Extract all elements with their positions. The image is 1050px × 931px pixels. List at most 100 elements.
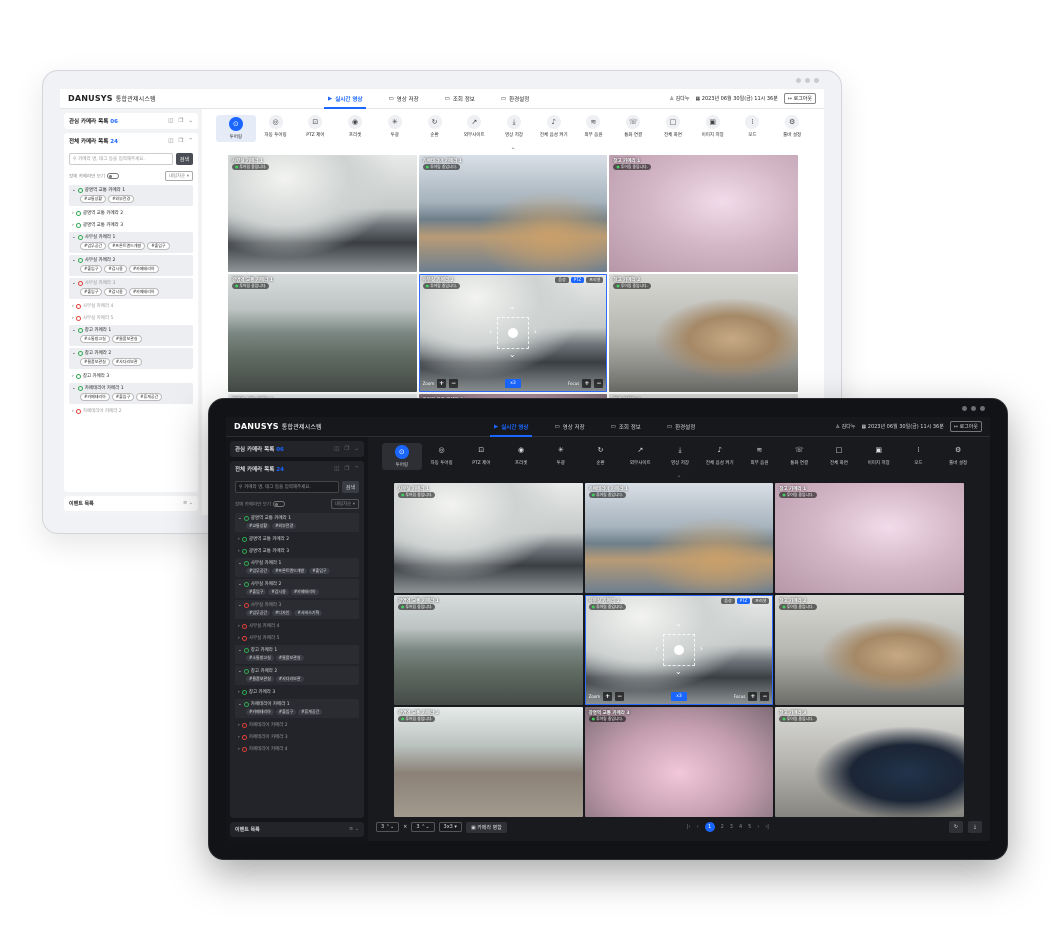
search-input[interactable]: ⚲ 카메라 명, 태그 등을 입력해주세요. (235, 481, 339, 493)
camera-list-item[interactable]: › 카페테리아 카메라 3 (235, 732, 359, 742)
search-input[interactable]: ⚲ 카메라 명, 태그 등을 입력해주세요. (69, 153, 173, 165)
toolbar-cycle[interactable]: ↻ 순환 (415, 115, 455, 138)
tag-chip[interactable]: #휴게공간 (136, 393, 163, 401)
layout-icon[interactable]: ◫ (334, 466, 339, 472)
copy-icon[interactable]: ❐ (344, 466, 349, 472)
camera-list-item[interactable]: › 사무실 카메라 5 (69, 313, 193, 323)
camera-list-item[interactable]: › 창고 카메라 3 (235, 687, 359, 697)
search-button[interactable]: 검색 (341, 481, 359, 493)
camera-list-item[interactable]: › 광명역 교통 카메라 2 (235, 534, 359, 544)
window-controls[interactable] (962, 406, 985, 411)
camera-list-item[interactable]: ⌄ 사무실 카메라 2 #출입구 #감시용 #카페테리아 (69, 255, 193, 276)
toolbar-preset[interactable]: ◉ 프리셋 (335, 115, 375, 138)
toolbar-settings[interactable]: ⚙ 툴바 설정 (772, 115, 812, 138)
nav-item-1[interactable]: ▭ 영상 저장 (388, 95, 418, 103)
layout-icon[interactable]: ◫ (334, 446, 339, 452)
tag-chip[interactable]: #출입구 (111, 393, 135, 401)
chevron-icon[interactable]: ⌄ (72, 188, 76, 193)
tag-chip[interactable]: #출입구 (147, 242, 170, 250)
camera-tile[interactable]: 창고 카메라 2투어링 중입니다. (609, 274, 798, 392)
chevron-icon[interactable]: › (72, 211, 74, 216)
nav-item-3[interactable]: ▭ 환경설정 (667, 423, 695, 431)
camera-list-item[interactable]: ⌄ 카페테리아 카메라 1 #카페테리아 #출입구 #휴게공간 (235, 699, 359, 718)
chevron-icon[interactable]: ⌄ (238, 669, 242, 674)
camera-tile[interactable]: 창고 카메라 1투어링 중입니다. (775, 483, 964, 593)
tag-chip[interactable]: #휴게공간 (298, 709, 323, 715)
layout-select[interactable]: 3x3 ▾ (438, 822, 462, 832)
toolbar-download[interactable]: ⤓ 영상 저장 (660, 443, 700, 467)
chevron-icon[interactable]: › (238, 747, 240, 752)
chevron-icon[interactable]: ⌄ (238, 516, 242, 521)
tag-chip[interactable]: #물품보관실 (111, 335, 142, 343)
tag-chip[interactable]: #출입구 (309, 568, 330, 574)
tag-chip[interactable]: #사다리보관 (275, 676, 304, 682)
nav-item-0[interactable]: ▶ 실시간 영상 (323, 95, 367, 109)
cols-stepper[interactable]: 3 ⌃⌄ (411, 822, 435, 832)
camera-list-item[interactable]: ⌄ 사무실 카메라 3 #업무공간 #디자인 #서비스기획 (235, 600, 359, 619)
first-page-icon[interactable]: |‹ (687, 824, 691, 830)
toolbar-audio-wave[interactable]: ≋ 외부 음원 (574, 115, 614, 138)
camera-tile[interactable]: 광명역 교통 카메라 1투어링 중입니다. (228, 274, 417, 392)
toolbar-mic[interactable]: ♪ 전체 음성 켜기 (534, 115, 574, 138)
tag-chip[interactable]: #외부전경 (272, 523, 297, 529)
toolbar-external-link[interactable]: ↗ 외부사이트 (620, 443, 660, 466)
tag-chip[interactable]: #카페테리아 (128, 265, 159, 273)
combine-cameras-button[interactable]: ▣ 카메라 병합 (465, 821, 507, 833)
camera-tile[interactable]: 사무실 카메라 1투어링 중입니다. (394, 483, 583, 593)
camera-list-item[interactable]: ⌄ 광명역 교통 카메라 1 #교통상황 #외부전경 (235, 513, 359, 532)
chevron-icon[interactable]: ⌄ (238, 561, 242, 566)
toolbar-ptz[interactable]: ⊡ PTZ 제어 (461, 443, 501, 466)
toolbar-download[interactable]: ⤓ 영상 저장 (494, 115, 534, 138)
refresh-icon[interactable]: ↻ (949, 821, 963, 833)
chevron-icon[interactable]: › (238, 537, 240, 542)
tag-chip[interactable]: #업무공간 (80, 242, 107, 250)
audio-toggle[interactable]: 음성 (721, 598, 735, 604)
chevron-icon[interactable]: › (72, 374, 74, 379)
chevron-icon[interactable]: ⌄ (72, 281, 76, 286)
focus-out-button[interactable]: − (760, 692, 770, 701)
chevron-down-icon[interactable]: ⌄ (188, 118, 193, 124)
camera-tile[interactable]: 창고 카메라 1투어링 중입니다. (609, 155, 798, 273)
window-controls[interactable] (796, 78, 819, 83)
camera-tile[interactable]: 사무실 카메라 2투어링 중입니다.음성PTZ프리셋⌃⌄‹›Zoom+−x3Fo… (584, 595, 774, 705)
zoom-out-button[interactable]: − (615, 692, 625, 701)
ptz-down-arrow-icon[interactable]: ⌄ (675, 668, 682, 676)
camera-list-item[interactable]: ⌄ 사무실 카메라 3 #출입구 #감시용 #카페테리아 (69, 278, 193, 299)
chevron-icon[interactable]: › (72, 304, 74, 309)
chevron-icon[interactable]: ⌄ (72, 328, 76, 333)
prev-page-icon[interactable]: ‹ (697, 824, 699, 830)
chevron-icon[interactable]: › (238, 690, 240, 695)
toolbar-mode[interactable]: ⁞ 모드 (899, 443, 939, 466)
chevron-icon[interactable]: › (72, 316, 74, 321)
tag-chip[interactable]: #서비스기획 (294, 610, 323, 616)
camera-list-item[interactable]: ⌄ 창고 카메라 2 #물품보관실 #사다리보관 (69, 348, 193, 369)
tag-chip[interactable]: #프론트엔드개발 (272, 568, 308, 574)
chevron-icon[interactable]: ⌄ (238, 648, 242, 653)
chevron-icon[interactable]: › (238, 624, 240, 629)
chevron-icon[interactable]: ⌄ (72, 386, 76, 391)
camera-tile[interactable]: 카페테리아 카메라 1투어링 중입니다. (584, 483, 774, 593)
camera-list-item[interactable]: ⌄ 사무실 카메라 2 #출입구 #감시용 #카페테리아 (235, 579, 359, 598)
tag-chip[interactable]: #출입구 (80, 265, 103, 273)
page-number[interactable]: 3 (730, 824, 733, 830)
focus-in-button[interactable]: + (582, 378, 592, 388)
tag-chip[interactable]: #교통상황 (246, 523, 271, 529)
ptz-up-arrow-icon[interactable]: ⌃ (509, 306, 516, 315)
page-number[interactable]: 2 (721, 824, 724, 830)
camera-tile[interactable]: 광명역 교통 카메라 3투어링 중입니다. (584, 707, 774, 817)
toolbar-ptz[interactable]: ⊡ PTZ 제어 (295, 115, 335, 138)
toolbar-preset[interactable]: ◉ 프리셋 (501, 443, 541, 466)
camera-tile[interactable]: 창고 카메라 3투어링 중입니다. (775, 707, 964, 817)
toolbar-map-pin[interactable]: ⊙ 투어링 (382, 443, 422, 470)
ptz-tab[interactable]: PTZ (570, 277, 585, 284)
chevron-icon[interactable]: ⌄ (72, 351, 76, 356)
tag-chip[interactable]: #사다리보관 (111, 358, 142, 366)
camera-list-item[interactable]: › 카페테리아 카메라 4 (235, 744, 359, 754)
layout-icon[interactable]: ◫ (168, 138, 173, 144)
toolbar-light[interactable]: ✳ 투광 (375, 115, 415, 138)
preset-tab[interactable]: 프리셋 (752, 598, 770, 604)
preset-tab[interactable]: 프리셋 (586, 277, 604, 284)
tag-chip[interactable]: #카페테리아 (80, 393, 110, 401)
chevron-icon[interactable]: › (238, 549, 240, 554)
camera-tile[interactable]: 창고 카메라 2투어링 중입니다. (775, 595, 964, 705)
